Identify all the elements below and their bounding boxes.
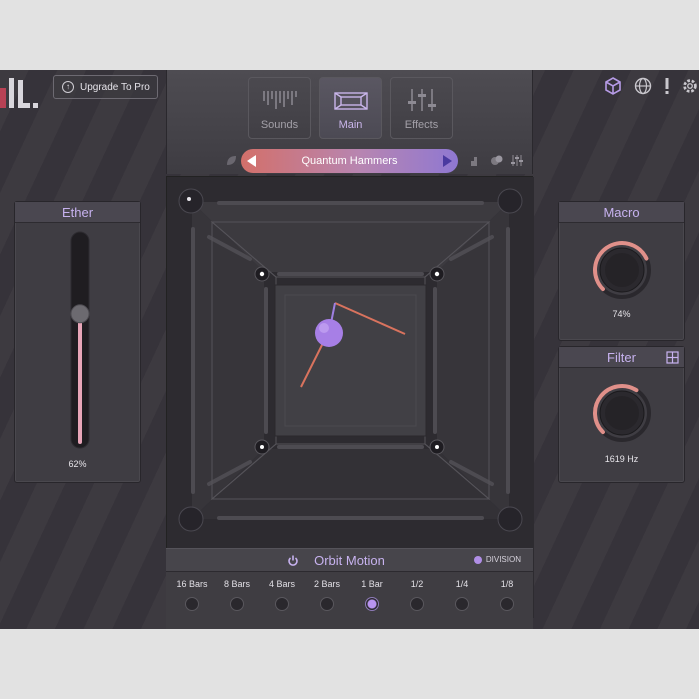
rate-option[interactable]: 1 Bar (350, 579, 394, 611)
leaf-icon[interactable] (225, 154, 238, 167)
top-toolbar (603, 76, 699, 101)
rate-option[interactable]: 2 Bars (305, 579, 349, 611)
filter-knob[interactable] (590, 381, 654, 445)
filter-value: 1619 Hz (604, 454, 639, 464)
filter-mode-icon[interactable] (666, 351, 679, 369)
macro-knob[interactable] (590, 238, 654, 302)
macro-title: Macro (559, 202, 684, 223)
rate-option[interactable]: 1/4 (440, 579, 484, 611)
macro-value: 74% (612, 309, 631, 319)
division-indicator (473, 555, 482, 564)
tab-sounds-label: Sounds (260, 119, 299, 131)
plugin-window: ↑ Upgrade To Pro Sounds Main Effects Qua… (0, 70, 699, 629)
ether-title: Ether (15, 202, 140, 223)
rate-radio[interactable] (455, 597, 469, 611)
prev-preset-button[interactable] (247, 155, 256, 167)
rate-label: 2 Bars (313, 579, 340, 589)
chart-icon[interactable] (470, 154, 483, 167)
rate-label: 8 Bars (223, 579, 250, 589)
rate-option[interactable]: 1/2 (395, 579, 439, 611)
sliders-icon (391, 84, 452, 116)
preset-selector[interactable]: Quantum Hammers (241, 149, 458, 173)
tab-sounds[interactable]: Sounds (248, 77, 311, 139)
stage: ↑ Upgrade To Pro Sounds Main Effects Qua… (0, 0, 699, 699)
ether-slider-fill (78, 313, 82, 444)
upgrade-icon: ↑ (62, 81, 74, 93)
tab-effects-label: Effects (404, 119, 439, 131)
rate-radio[interactable] (275, 597, 289, 611)
ether-slider-thumb[interactable] (70, 304, 90, 324)
rate-option[interactable]: 16 Bars (170, 579, 214, 611)
rate-radio[interactable] (410, 597, 424, 611)
rate-label: 1 Bar (361, 579, 383, 589)
cube-icon[interactable] (603, 76, 623, 101)
division-toggle[interactable]: DIVISION (473, 555, 521, 564)
tab-main[interactable]: Main (319, 77, 382, 139)
rate-radio[interactable] (230, 597, 244, 611)
blend-icon[interactable] (490, 154, 503, 167)
gear-icon[interactable] (681, 76, 699, 101)
tab-main-label: Main (338, 119, 363, 131)
rate-option[interactable]: 4 Bars (260, 579, 304, 611)
ether-panel: Ether 62% (14, 201, 141, 483)
tab-effects[interactable]: Effects (390, 77, 453, 139)
rate-radio[interactable] (500, 597, 514, 611)
waveform-icon (249, 84, 310, 116)
mixer-icon[interactable] (510, 154, 523, 167)
rate-label: 16 Bars (176, 579, 208, 589)
division-label: DIVISION (485, 555, 521, 564)
upgrade-label: Upgrade To Pro (80, 81, 150, 93)
rate-option[interactable]: 1/8 (485, 579, 529, 611)
orbit-motion-panel: Orbit Motion DIVISION 16 Bars 8 Bars 4 Bar… (166, 548, 533, 629)
rate-option[interactable]: 8 Bars (215, 579, 259, 611)
preset-name: Quantum Hammers (301, 155, 398, 167)
rate-label: 1/4 (455, 579, 469, 589)
rate-radio[interactable] (185, 597, 199, 611)
rate-radio[interactable] (365, 597, 379, 611)
ether-value: 62% (68, 459, 87, 469)
macro-panel: Macro 74% (558, 201, 685, 341)
ether-slider[interactable] (15, 224, 142, 454)
orbit-ball[interactable] (315, 319, 343, 347)
globe-icon[interactable] (633, 76, 653, 101)
rate-radio[interactable] (320, 597, 334, 611)
filter-panel: Filter 1619 Hz (558, 346, 685, 483)
alert-icon[interactable] (663, 76, 671, 101)
next-preset-button[interactable] (442, 155, 452, 167)
brand-logo (0, 78, 50, 112)
rate-label: 1/2 (410, 579, 424, 589)
upgrade-button[interactable]: ↑ Upgrade To Pro (53, 75, 158, 99)
cube-outline-icon (320, 84, 381, 116)
rate-label: 4 Bars (268, 579, 295, 589)
rate-label: 1/8 (500, 579, 514, 589)
